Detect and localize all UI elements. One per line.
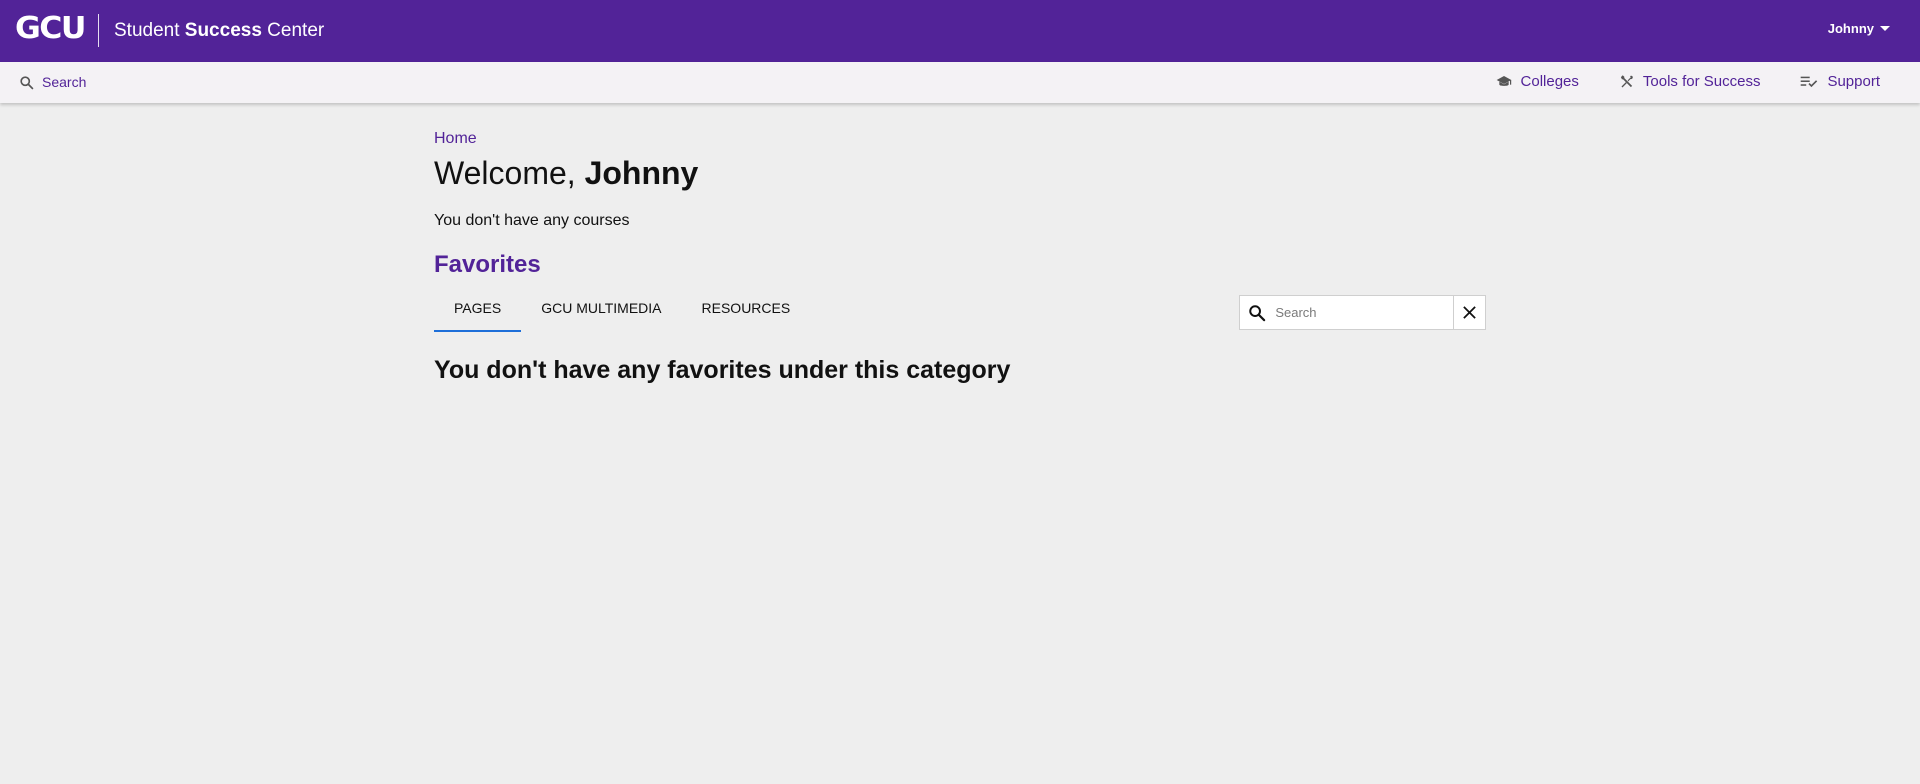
no-courses-message: You don't have any courses bbox=[434, 212, 630, 229]
user-name: Johnny bbox=[1827, 21, 1874, 36]
page-title: Welcome, Johnny bbox=[434, 153, 698, 193]
tab-pages[interactable]: PAGES bbox=[434, 290, 522, 332]
nav-link-colleges[interactable]: Colleges bbox=[1496, 73, 1579, 90]
site-title-bold: Success bbox=[184, 20, 262, 41]
nav-search-button[interactable]: Search bbox=[19, 74, 86, 90]
search-icon bbox=[20, 75, 34, 89]
empty-favorites-message: You don't have any favorites under this … bbox=[434, 356, 1011, 384]
tools-icon bbox=[1620, 75, 1633, 88]
favorites-heading: Favorites bbox=[434, 251, 541, 278]
site-title[interactable]: Student Success Center bbox=[114, 18, 324, 44]
top-header: GCU Student Success Center Johnny bbox=[0, 0, 1920, 62]
logo-divider bbox=[98, 14, 99, 47]
favorites-search-input[interactable] bbox=[1273, 297, 1454, 328]
close-icon bbox=[1463, 306, 1476, 319]
nav-links: Colleges Tools for Success Support bbox=[1496, 73, 1880, 90]
nav-link-support[interactable]: Support bbox=[1800, 73, 1880, 90]
nav-link-tools-for-success[interactable]: Tools for Success bbox=[1619, 73, 1761, 90]
favorites-tabs: PAGES GCU MULTIMEDIA RESOURCES bbox=[434, 290, 810, 332]
search-icon bbox=[1248, 304, 1265, 321]
secondary-nav: Search Colleges Tools for Success Suppor… bbox=[0, 62, 1920, 103]
clear-search-button[interactable] bbox=[1453, 296, 1485, 329]
site-title-prefix: Student bbox=[114, 20, 185, 41]
graduation-cap-icon bbox=[1496, 75, 1511, 86]
user-menu[interactable]: Johnny bbox=[1828, 21, 1890, 36]
checklist-icon bbox=[1801, 76, 1818, 88]
gcu-logo[interactable]: GCU bbox=[15, 12, 86, 46]
site-title-suffix: Center bbox=[261, 20, 325, 41]
caret-down-icon bbox=[1880, 26, 1890, 31]
tab-gcu-multimedia[interactable]: GCU MULTIMEDIA bbox=[521, 290, 681, 332]
nav-link-support-label: Support bbox=[1827, 73, 1880, 90]
welcome-prefix: Welcome, bbox=[434, 155, 585, 191]
breadcrumb-home[interactable]: Home bbox=[434, 130, 477, 148]
tab-resources[interactable]: RESOURCES bbox=[682, 290, 811, 332]
nav-link-tools-label: Tools for Success bbox=[1642, 73, 1761, 90]
nav-link-colleges-label: Colleges bbox=[1520, 73, 1579, 90]
favorites-search-icon-wrap bbox=[1240, 296, 1273, 329]
welcome-name: Johnny bbox=[584, 155, 699, 191]
favorites-search-box bbox=[1239, 295, 1486, 330]
nav-search-label: Search bbox=[42, 74, 87, 90]
